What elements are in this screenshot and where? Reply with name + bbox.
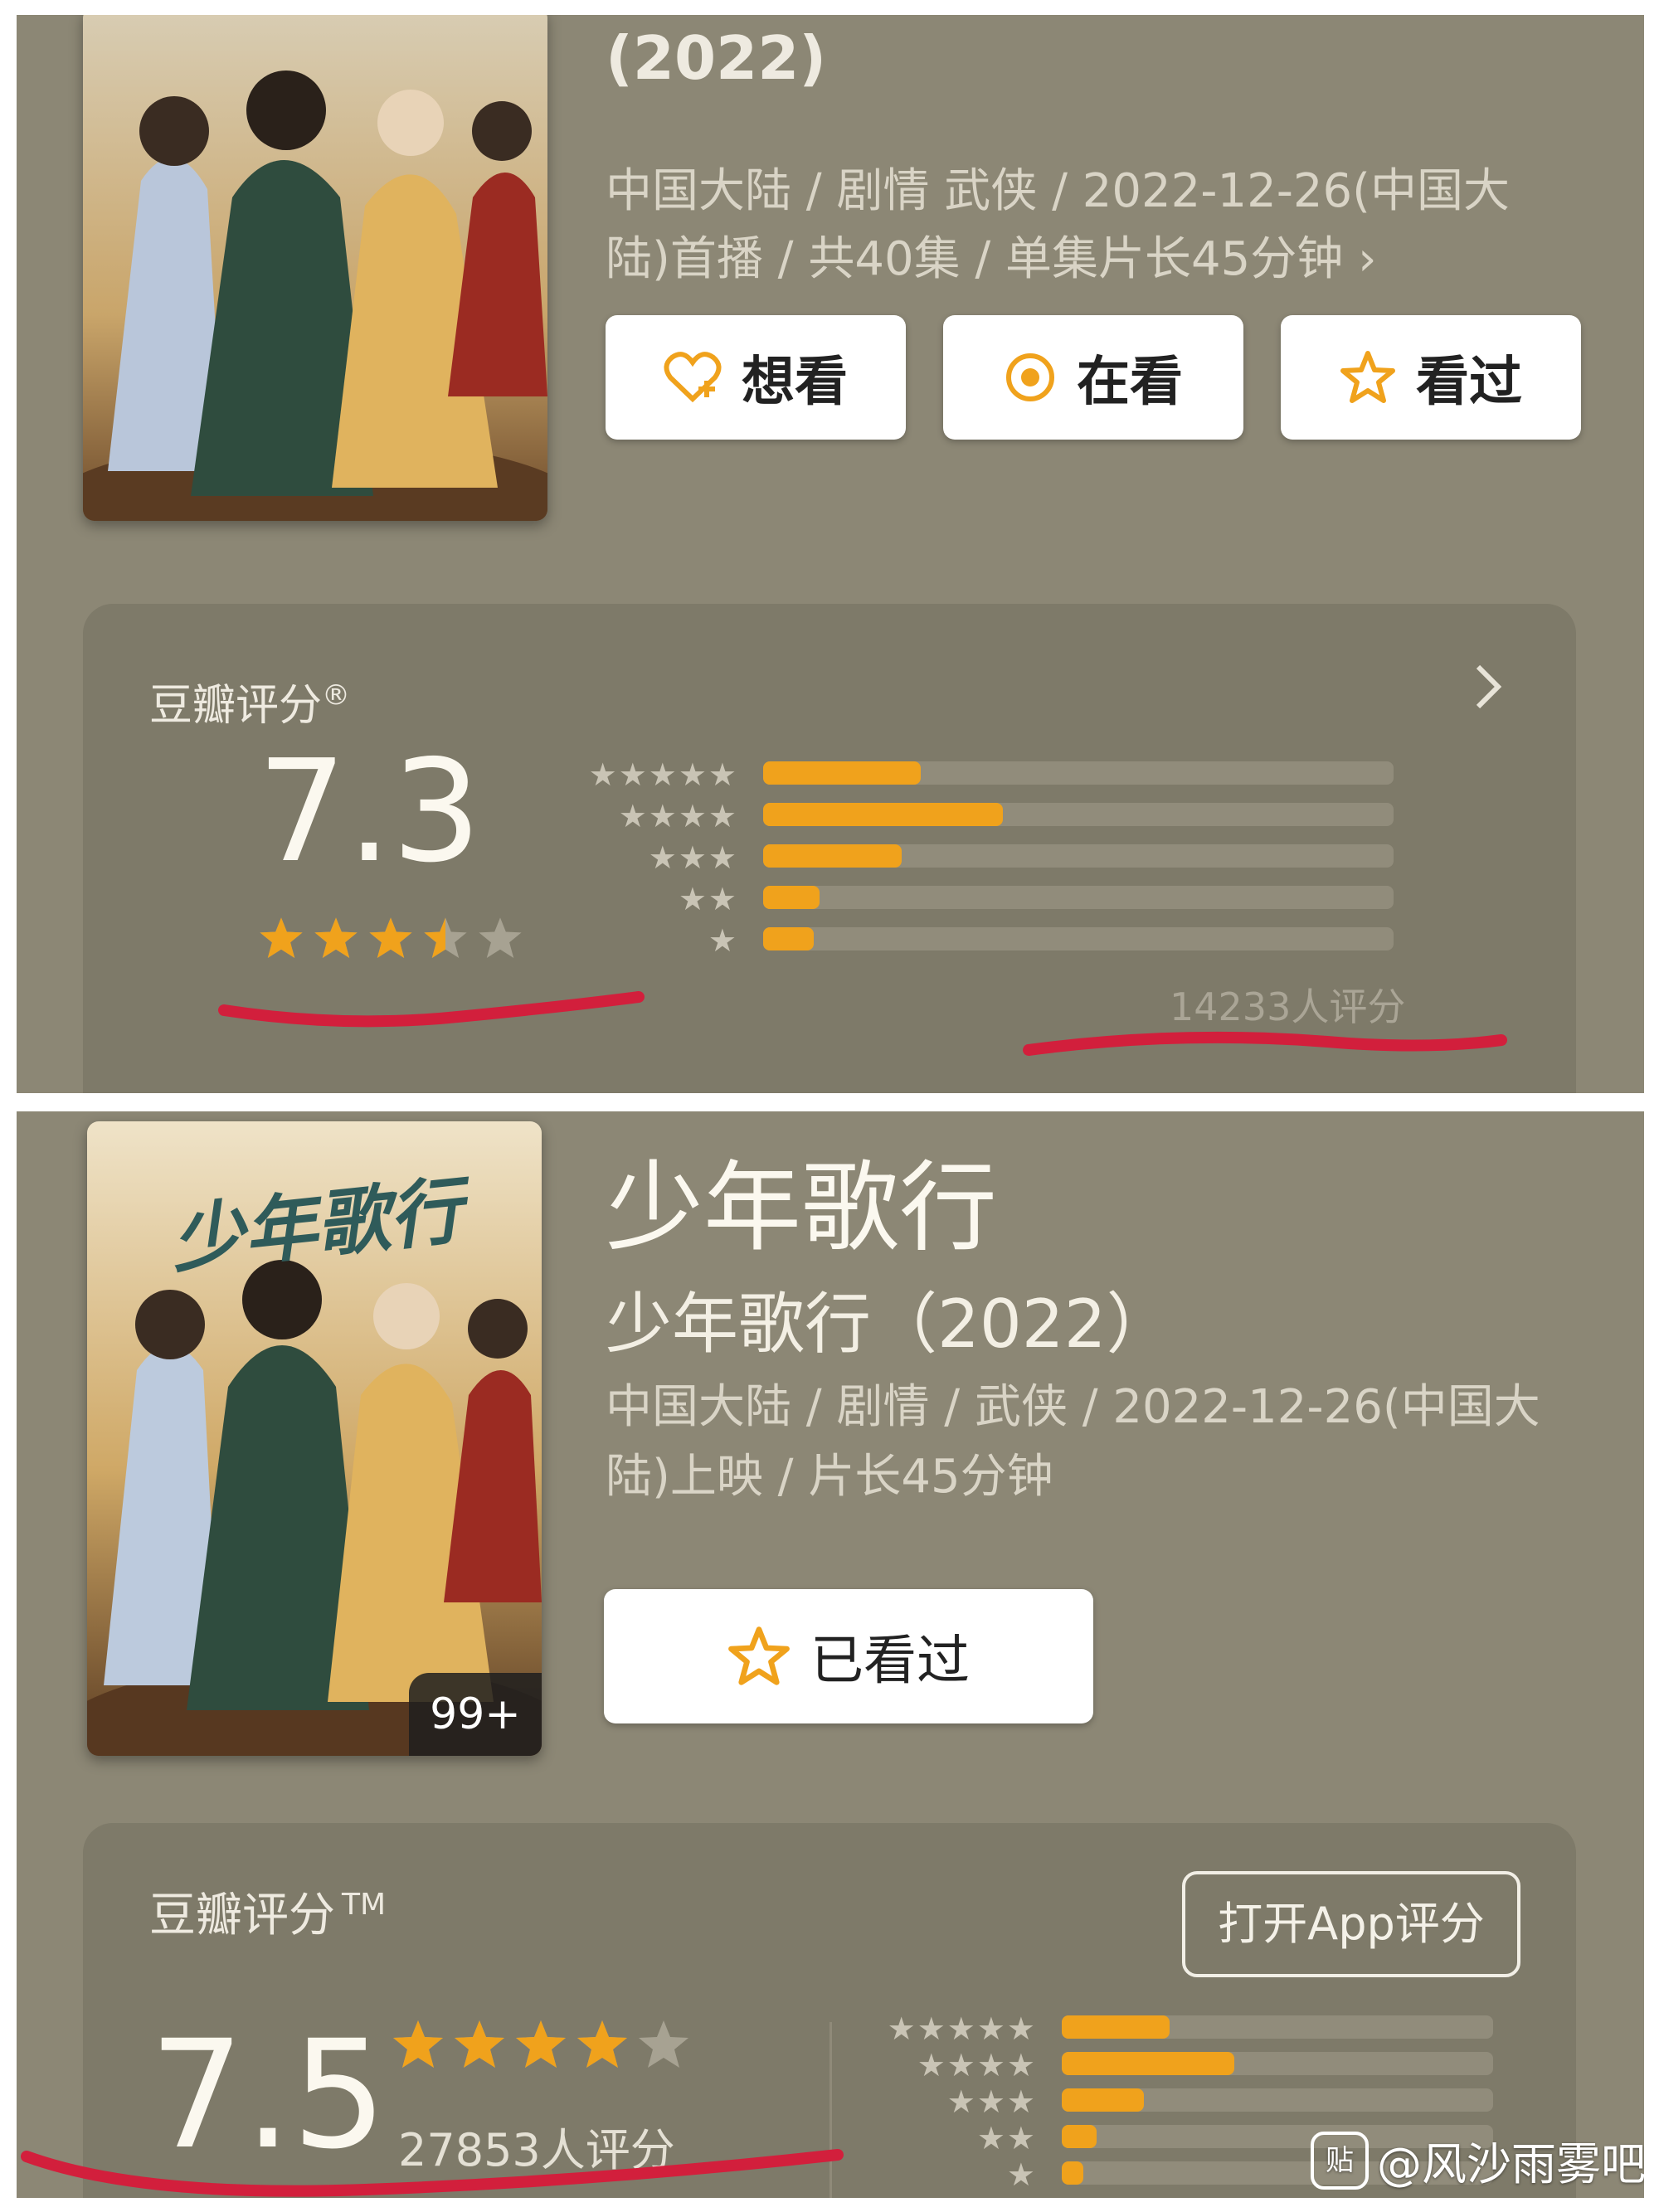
rating-bar-row: ★★★★ <box>879 2047 1501 2083</box>
red-underline-score-top <box>218 991 645 1028</box>
rating-bar-fill <box>1062 2125 1097 2148</box>
rating-stars <box>257 915 539 973</box>
star-empty-icon <box>639 2020 688 2068</box>
watched-label: 看过 <box>1416 352 1522 413</box>
rating-bar-stars-label: ★★★ <box>648 839 738 876</box>
rating-bar-fill <box>1062 2161 1083 2185</box>
rating-bar-stars-label: ★★★★ <box>618 798 738 834</box>
poster-count-badge: 99+ <box>409 1673 542 1756</box>
rating-bar-fill <box>763 844 902 868</box>
want-to-watch-label: 想看 <box>742 352 848 413</box>
rating-bar-stars-label: ★ <box>1006 2156 1037 2193</box>
open-app-rating-button[interactable]: 打开App评分 <box>1182 1871 1520 1977</box>
heart-plus-icon <box>664 351 722 404</box>
watching-label: 在看 <box>1077 352 1183 413</box>
rating-title-text: 豆瓣评分 <box>149 681 323 731</box>
star-filled-icon <box>424 917 445 959</box>
rating-bar-row: ★★★ <box>581 839 1402 876</box>
star-filled-icon <box>260 917 303 959</box>
tieba-icon: 贴 <box>1311 2131 1369 2190</box>
already-watched-label: 已看过 <box>810 1631 970 1692</box>
show-meta-line-2-bottom: 陆)上映 / 片长45分钟 <box>606 1450 1053 1504</box>
show-meta-line-2[interactable]: 陆)首播 / 共40集 / 单集片长45分钟 › <box>606 226 1377 294</box>
rating-bar-fill <box>763 803 1003 826</box>
star-empty-icon <box>479 917 522 959</box>
rating-bar-track <box>1062 2015 1493 2039</box>
rating-bar-row: ★★★ <box>879 2083 1501 2120</box>
rating-bar-track <box>763 886 1394 909</box>
red-underline-score-bottom <box>21 2149 844 2197</box>
watermark: 贴 @风沙雨雾吧 <box>1311 2127 1644 2193</box>
top-screenshot-panel: (2022) 中国大陆 / 剧情 武侠 / 2022-12-26(中国大 陆)首… <box>17 15 1644 1093</box>
rating-bar-fill <box>1062 2015 1170 2039</box>
douban-rating-title: 豆瓣评分 TM <box>149 1878 386 1945</box>
star-row-icon <box>260 917 522 959</box>
chevron-right-icon[interactable] <box>1468 654 1510 723</box>
star-filled-icon <box>369 917 412 959</box>
rating-bar-track <box>763 803 1394 826</box>
target-icon <box>1004 351 1057 404</box>
rating-bar-stars-label: ★★★ <box>946 2083 1037 2120</box>
show-meta-line-1-bottom: 中国大陆 / 剧情 / 武侠 / 2022-12-26(中国大 <box>606 1380 1540 1434</box>
show-meta-line-1: 中国大陆 / 剧情 武侠 / 2022-12-26(中国大 <box>606 164 1511 218</box>
trademark-mark: TM <box>342 1888 387 1923</box>
watched-button[interactable]: 看过 <box>1281 315 1581 440</box>
rating-bar-stars-label: ★★★★★ <box>588 756 738 793</box>
rating-bar-row: ★★ <box>581 881 1402 917</box>
show-subtitle: 少年歌行（2022） <box>606 1286 1173 1363</box>
rating-bar-fill <box>763 886 820 909</box>
rating-stars <box>390 2017 697 2083</box>
rating-bar-stars-label: ★★ <box>678 881 738 917</box>
rating-bar-track <box>763 761 1394 785</box>
rating-bar-track <box>763 844 1394 868</box>
rating-bar-fill <box>763 761 921 785</box>
rating-bar-stars-label: ★★★★★ <box>887 2010 1037 2047</box>
red-underline-count-top <box>1023 1031 1507 1056</box>
show-title: 少年歌行 <box>606 1150 998 1265</box>
star-row-icon <box>393 2020 688 2068</box>
rating-bar-stars-label: ★ <box>708 922 738 959</box>
rating-bar-track <box>1062 2088 1493 2112</box>
registered-mark: ® <box>322 678 351 712</box>
rating-bar-row: ★ <box>581 922 1402 959</box>
rating-bar-fill <box>1062 2088 1144 2112</box>
rating-title-text: 豆瓣评分 <box>149 1889 335 1942</box>
star-outline-icon <box>727 1626 791 1687</box>
rating-bar-fill <box>763 927 814 950</box>
poster-image-top <box>83 15 547 521</box>
watching-button[interactable]: 在看 <box>943 315 1243 440</box>
rating-bar-row: ★★★★★ <box>879 2010 1501 2047</box>
poster-image-bottom: 少年歌行 99+ <box>87 1121 542 1756</box>
rating-bar-fill <box>1062 2052 1234 2075</box>
rating-bar-track <box>1062 2052 1493 2075</box>
douban-rating-title: 豆瓣评分® <box>149 670 350 732</box>
rating-score: 7.3 <box>257 730 482 894</box>
star-outline-icon <box>1340 350 1396 405</box>
rating-distribution: ★★★★★ ★★★★ ★★★ ★★ ★ <box>581 756 1493 977</box>
star-filled-icon <box>393 2020 443 2068</box>
bottom-screenshot-panel: 少年歌行 99+ 少年歌行 少年歌行（2022） 中国大陆 / 剧情 / 武侠 … <box>17 1111 1644 2198</box>
star-filled-icon <box>516 2020 566 2068</box>
star-filled-icon <box>455 2020 504 2068</box>
watermark-text: @风沙雨雾吧 <box>1377 2138 1644 2190</box>
rating-bar-stars-label: ★★★★ <box>917 2047 1037 2083</box>
star-filled-icon <box>314 917 358 959</box>
rating-bar-row: ★★★★ <box>581 798 1402 834</box>
rating-bar-row: ★★★★★ <box>581 756 1402 793</box>
rating-bar-stars-label: ★★ <box>976 2120 1037 2156</box>
want-to-watch-button[interactable]: 想看 <box>606 315 906 440</box>
already-watched-button[interactable]: 已看过 <box>604 1589 1093 1723</box>
show-year: (2022) <box>606 23 827 93</box>
rating-bar-track <box>763 927 1394 950</box>
star-filled-icon <box>577 2020 627 2068</box>
